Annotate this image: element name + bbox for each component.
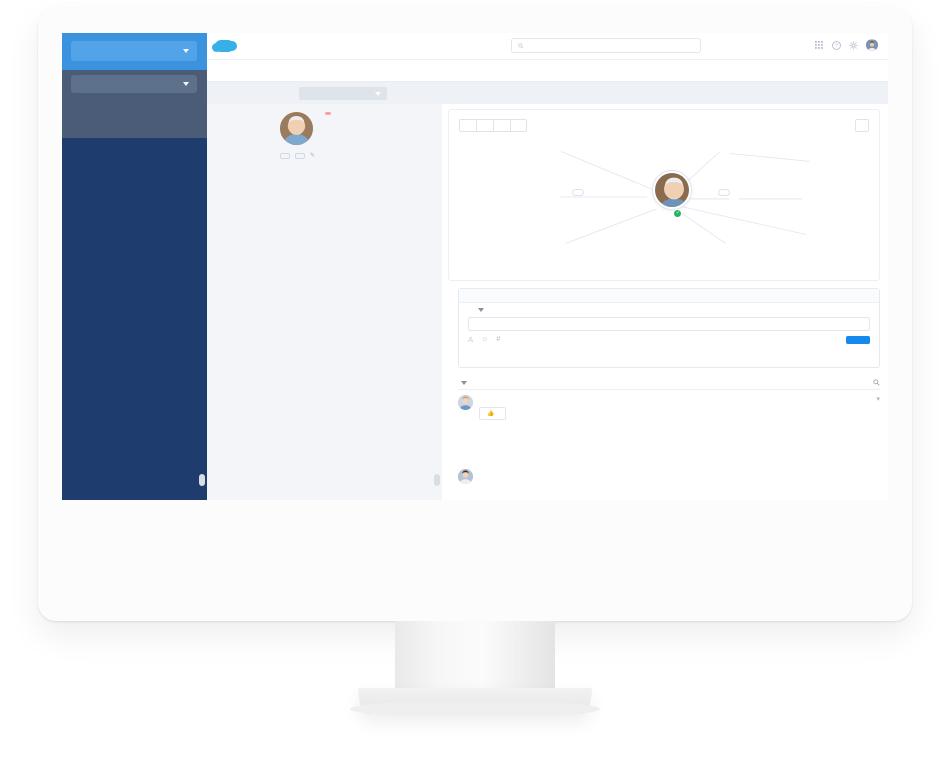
salesforce-health-cloud-app: ? ✎ ✓ 𝔸 ☺ # 👍 ▾ bbox=[62, 33, 888, 500]
audience-selector[interactable] bbox=[474, 308, 484, 312]
post-content bbox=[479, 469, 880, 484]
composer-tool-icons: 𝔸 ☺ # bbox=[468, 336, 846, 344]
mention-icon[interactable]: ☺ bbox=[481, 336, 488, 344]
gear-icon[interactable] bbox=[849, 40, 858, 50]
patient-tab-bar[interactable] bbox=[207, 60, 888, 82]
feed-header bbox=[458, 376, 880, 390]
chevron-down-icon bbox=[478, 308, 484, 312]
patient-name-row bbox=[320, 112, 331, 115]
pill-internal bbox=[717, 189, 730, 197]
app-logo bbox=[212, 40, 238, 52]
sidebar-header bbox=[62, 33, 207, 70]
app-launcher-icon[interactable] bbox=[815, 40, 824, 50]
monitor-foot bbox=[350, 688, 600, 716]
help-icon[interactable]: ? bbox=[832, 40, 841, 50]
post-content: 👍 ▾ bbox=[479, 395, 880, 420]
share-button[interactable] bbox=[846, 336, 870, 344]
post-input-wrapper[interactable] bbox=[468, 317, 870, 331]
edit-pencil-icon[interactable]: ✎ bbox=[310, 152, 315, 159]
global-header: ? bbox=[207, 33, 888, 60]
chip-smartphone[interactable] bbox=[280, 152, 290, 159]
chevron-down-icon bbox=[183, 82, 189, 86]
header-icon-group: ? bbox=[815, 39, 878, 51]
composer-tabs[interactable] bbox=[459, 289, 879, 303]
app-selector-patients[interactable] bbox=[71, 41, 197, 61]
main-panel: ✓ 𝔸 ☺ # 👍 ▾ bbox=[442, 104, 888, 500]
composer-audience-row bbox=[459, 303, 879, 312]
font-icon[interactable]: 𝔸 bbox=[468, 336, 473, 344]
monitor-neck bbox=[395, 621, 555, 693]
post-composer: 𝔸 ☺ # bbox=[458, 288, 880, 368]
patient-chip-row: ✎ bbox=[280, 152, 432, 159]
chevron-down-icon bbox=[375, 91, 381, 96]
feed-search-icon[interactable] bbox=[873, 379, 880, 386]
post-more-menu-icon[interactable]: ▾ bbox=[876, 395, 880, 403]
user-avatar[interactable] bbox=[866, 39, 878, 51]
care-network-graph: ✓ bbox=[449, 110, 879, 280]
composer-footer: 𝔸 ☺ # bbox=[459, 331, 879, 344]
salesforce-cloud-icon bbox=[212, 40, 237, 52]
post-input[interactable] bbox=[475, 321, 863, 327]
feed-filter[interactable] bbox=[458, 380, 873, 385]
patient-header bbox=[280, 112, 432, 145]
chip-impairment[interactable] bbox=[295, 152, 305, 159]
screen: ? ✎ ✓ 𝔸 ☺ # 👍 ▾ bbox=[62, 33, 888, 500]
new-tab-on-patient-button[interactable] bbox=[299, 87, 387, 100]
post-author-avatar[interactable] bbox=[458, 469, 473, 484]
imac-monitor: ? ✎ ✓ 𝔸 ☺ # 👍 ▾ bbox=[0, 0, 950, 766]
sidebar-scrollbar-thumb[interactable] bbox=[199, 474, 205, 486]
care-network-card: ✓ bbox=[448, 109, 880, 281]
chevron-down-icon bbox=[461, 380, 467, 385]
risk-badge bbox=[325, 112, 331, 115]
post-author-avatar[interactable] bbox=[458, 395, 473, 410]
sidebar-filter-row bbox=[62, 70, 207, 101]
pill-external bbox=[571, 189, 584, 197]
list-view-filter[interactable] bbox=[71, 75, 197, 93]
feed-post: 👍 ▾ bbox=[458, 395, 880, 420]
detail-scrollbar-thumb[interactable] bbox=[434, 474, 440, 486]
thumbs-up-icon: 👍 bbox=[487, 410, 495, 417]
feed-post bbox=[458, 469, 880, 484]
patient-detail-panel: ✎ bbox=[272, 104, 442, 500]
topic-icon[interactable]: # bbox=[496, 336, 500, 344]
sidebar-body bbox=[62, 70, 207, 500]
svg-text:?: ? bbox=[835, 43, 838, 49]
left-sidebar bbox=[62, 33, 207, 500]
global-search[interactable] bbox=[511, 38, 701, 53]
patient-identity bbox=[320, 112, 331, 117]
like-button[interactable]: 👍 bbox=[479, 407, 507, 420]
patient-list[interactable] bbox=[62, 138, 207, 500]
search-input[interactable] bbox=[527, 42, 694, 49]
chevron-down-icon bbox=[183, 49, 189, 53]
patient-avatar bbox=[280, 112, 313, 145]
search-icon bbox=[518, 43, 524, 49]
